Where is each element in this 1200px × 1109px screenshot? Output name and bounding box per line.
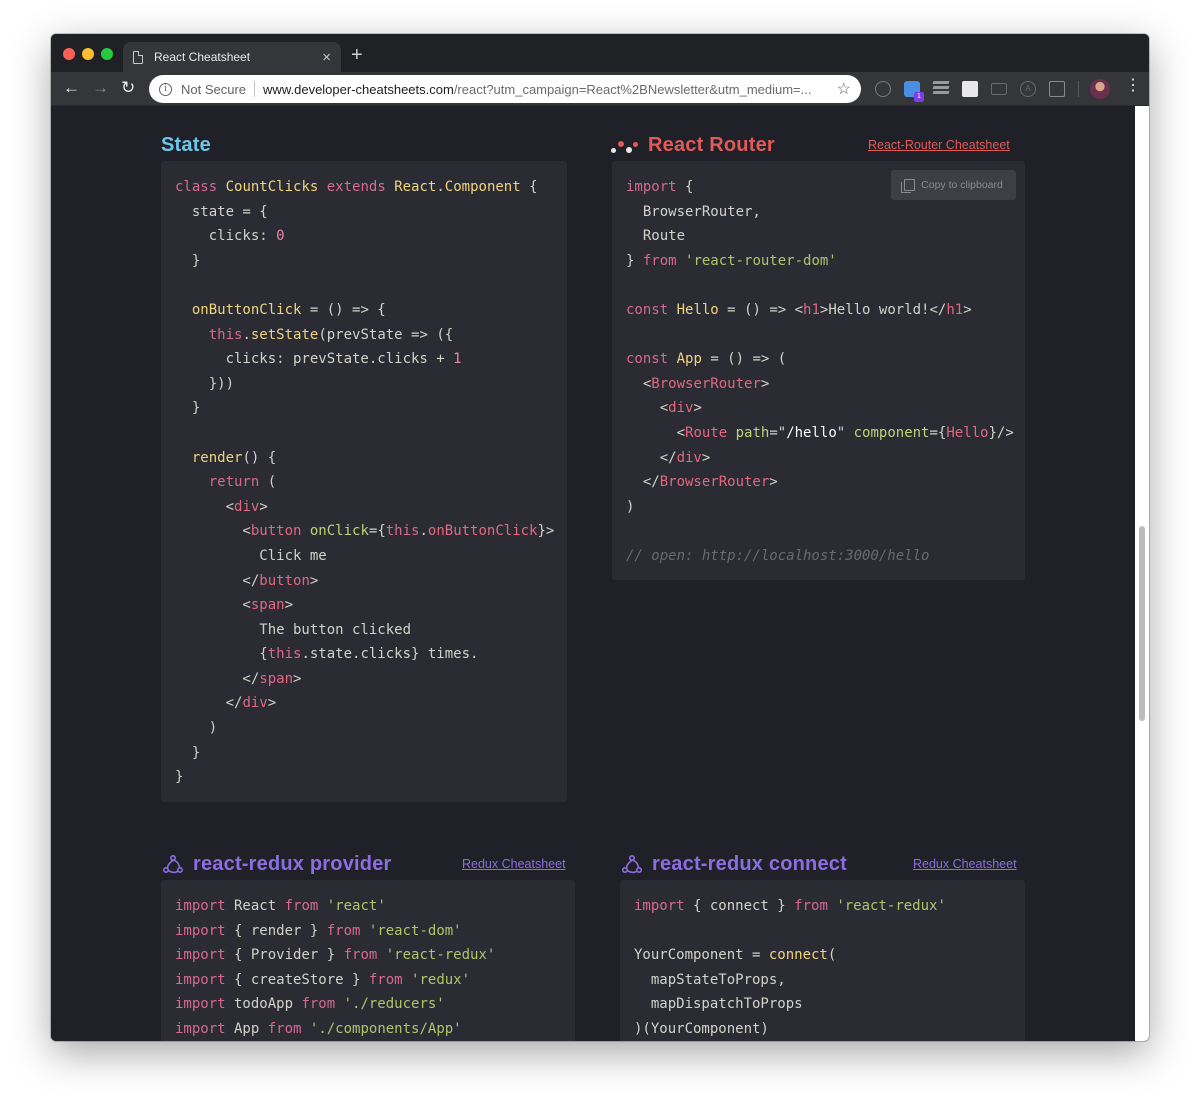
tab-strip: React Cheatsheet × + xyxy=(51,34,1149,72)
redux-icon xyxy=(162,854,183,874)
maximize-window-button[interactable] xyxy=(101,48,113,60)
extension-circle-icon[interactable] xyxy=(875,81,891,97)
extension-layers-icon[interactable] xyxy=(932,81,950,97)
tab-title: React Cheatsheet xyxy=(154,50,251,64)
provider-title: react-redux provider xyxy=(193,853,392,875)
provider-code-block[interactable]: import React from 'react' import { rende… xyxy=(161,880,575,1041)
connect-title: react-redux connect xyxy=(652,853,847,875)
tab-react-cheatsheet[interactable]: React Cheatsheet × xyxy=(123,42,341,72)
extension-a-icon[interactable]: A xyxy=(1020,81,1036,97)
back-button[interactable]: ← xyxy=(63,79,80,96)
connect-redux-link[interactable]: Redux Cheatsheet xyxy=(913,857,1017,871)
scrollbar-thumb[interactable] xyxy=(1139,526,1145,721)
reload-button[interactable]: ↻ xyxy=(121,79,135,96)
connect-code: import { connect } from 'react-redux' Yo… xyxy=(634,898,946,1037)
router-cheatsheet-link[interactable]: React-Router Cheatsheet xyxy=(868,138,1010,152)
document-icon xyxy=(133,50,143,64)
provider-redux-link[interactable]: Redux Cheatsheet xyxy=(462,857,566,871)
state-title: State xyxy=(161,134,211,156)
extension-copy-icon[interactable] xyxy=(1049,81,1065,97)
copy-button-label: Copy to clipboard xyxy=(921,179,1003,191)
security-label: Not Secure xyxy=(181,81,247,97)
address-divider xyxy=(254,81,256,97)
bookmark-star-icon[interactable]: ☆ xyxy=(837,79,851,99)
browser-toolbar: ← → ↻ i Not Secure www.developer-cheatsh… xyxy=(51,72,1149,106)
provider-code: import React from 'react' import { rende… xyxy=(175,898,496,1037)
browser-menu-icon[interactable]: ⋮ xyxy=(1125,78,1141,94)
url-path: /react?utm_campaign=React%2BNewsletter&u… xyxy=(453,81,812,97)
copy-to-clipboard-button[interactable]: Copy to clipboard xyxy=(891,170,1016,200)
new-tab-button[interactable]: + xyxy=(351,45,363,65)
redux-icon xyxy=(621,854,642,874)
state-code-block[interactable]: class CountClicks extends React.Componen… xyxy=(161,161,567,802)
close-window-button[interactable] xyxy=(63,48,75,60)
router-code: import { BrowserRouter, Route } from 're… xyxy=(626,179,1014,564)
extension-mail-icon[interactable] xyxy=(991,83,1007,95)
url-host: www.developer-cheatsheets.com xyxy=(263,81,454,97)
info-icon[interactable]: i xyxy=(159,82,172,96)
clipboard-icon xyxy=(901,179,916,193)
tab-close-icon[interactable]: × xyxy=(322,50,331,65)
toolbar-divider xyxy=(1078,81,1079,97)
minimize-window-button[interactable] xyxy=(82,48,94,60)
page-content: State class CountClicks extends React.Co… xyxy=(51,106,1149,1041)
router-title: React Router xyxy=(648,134,775,156)
state-code: class CountClicks extends React.Componen… xyxy=(175,179,555,786)
forward-button[interactable]: → xyxy=(92,79,109,96)
extension-badge: 1 xyxy=(914,92,924,102)
react-router-logo-icon xyxy=(611,138,641,154)
url-text[interactable]: www.developer-cheatsheets.com/react?utm_… xyxy=(263,82,831,97)
connect-code-block[interactable]: import { connect } from 'react-redux' Yo… xyxy=(620,880,1025,1041)
extension-blue-icon[interactable]: 1 xyxy=(904,81,924,102)
profile-avatar[interactable] xyxy=(1090,79,1110,99)
router-code-block[interactable]: Copy to clipboard import { BrowserRouter… xyxy=(612,161,1025,580)
extension-square-icon[interactable] xyxy=(962,81,978,97)
page-scrollbar[interactable] xyxy=(1135,106,1149,1041)
address-bar[interactable]: i Not Secure www.developer-cheatsheets.c… xyxy=(149,75,861,103)
browser-window: React Cheatsheet × + ← → ↻ i Not Secure … xyxy=(51,34,1149,1041)
